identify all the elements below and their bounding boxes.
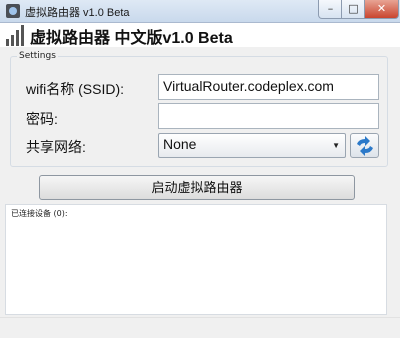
connected-devices-list[interactable]: 已连接设备 (0): [5, 204, 387, 315]
app-icon [6, 4, 20, 18]
minimize-button[interactable]: – [318, 0, 343, 19]
shared-network-value: None [163, 136, 197, 152]
banner-title: 虚拟路由器 中文版v1.0 Beta [30, 30, 233, 47]
password-label: 密码: [26, 111, 58, 127]
window-title: 虚拟路由器 v1.0 Beta [25, 7, 130, 19]
start-router-button[interactable]: 启动虚拟路由器 [39, 175, 355, 200]
maximize-button[interactable]: □ [341, 0, 366, 19]
connected-devices-header: 已连接设备 (0): [11, 209, 68, 218]
password-input[interactable] [158, 103, 379, 129]
shared-network-label: 共享网络: [26, 139, 86, 155]
settings-legend: Settings [19, 51, 56, 61]
shared-network-select[interactable]: None ▼ [158, 133, 346, 158]
refresh-arrows-icon [357, 136, 373, 156]
chevron-down-icon: ▼ [332, 141, 340, 150]
status-bar [0, 317, 400, 338]
title-bar: 虚拟路由器 v1.0 Beta – □ ✕ [0, 0, 400, 23]
close-button[interactable]: ✕ [364, 0, 399, 19]
app-banner: 虚拟路由器 中文版v1.0 Beta [0, 23, 400, 47]
ssid-input[interactable]: VirtualRouter.codeplex.com [158, 74, 379, 100]
ssid-label: wifi名称 (SSID): [26, 81, 124, 97]
refresh-button[interactable] [350, 133, 379, 158]
signal-bars-icon [6, 25, 24, 46]
